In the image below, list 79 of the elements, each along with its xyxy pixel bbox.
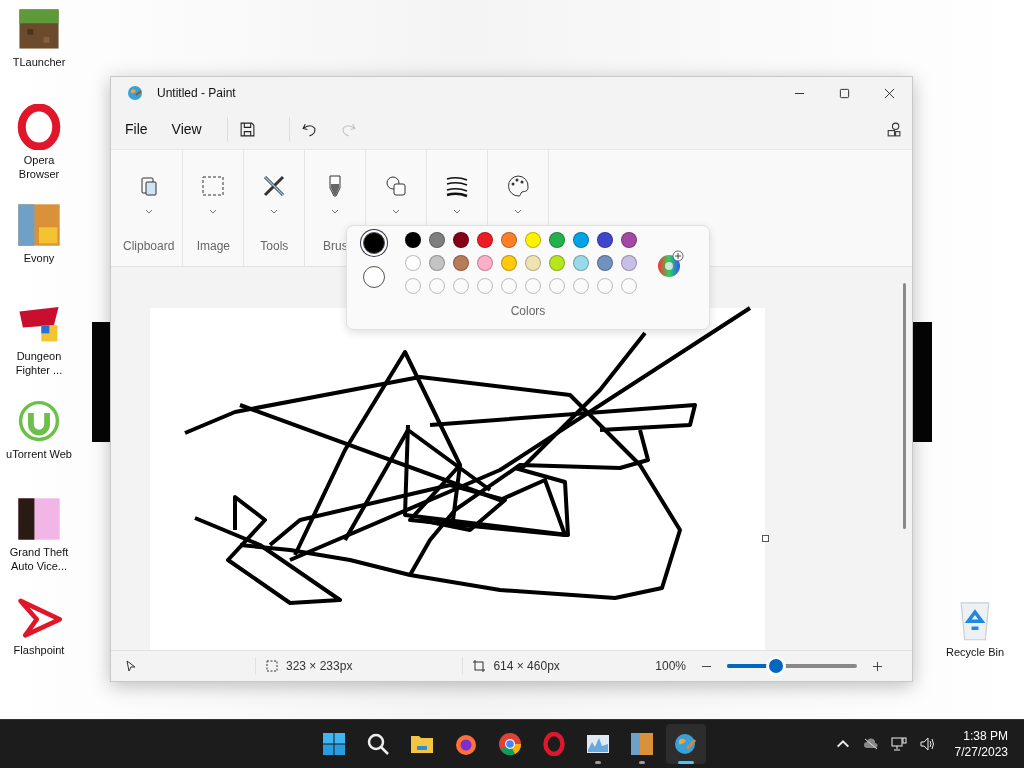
ring-icon[interactable] xyxy=(16,104,62,150)
current-color-swatch[interactable] xyxy=(363,232,385,254)
color-swatch[interactable] xyxy=(477,255,493,271)
popup-title: Colors xyxy=(510,304,546,318)
color-swatch[interactable] xyxy=(573,232,589,248)
color-swatch[interactable] xyxy=(597,255,613,271)
desktop-icon-label[interactable]: Flashpoint xyxy=(6,643,72,657)
desktop-icon-label[interactable]: Recycle Bin xyxy=(942,645,1008,659)
selection-icon[interactable] xyxy=(201,174,226,198)
zoom-slider[interactable] xyxy=(727,658,857,674)
paint-app-icon[interactable] xyxy=(674,732,698,756)
chevron-down-icon[interactable] xyxy=(331,209,340,214)
palette-icon[interactable] xyxy=(506,174,531,198)
color-swatch[interactable] xyxy=(621,255,637,271)
chart-window-icon[interactable] xyxy=(586,732,610,756)
network-icon[interactable] xyxy=(890,736,907,752)
color-swatch[interactable] xyxy=(525,255,541,271)
accounts-icon[interactable] xyxy=(885,120,902,138)
window-title: Untitled - Paint xyxy=(157,86,236,100)
close-icon[interactable] xyxy=(884,87,895,99)
group-label: Image xyxy=(196,239,231,253)
desktop-icon-label[interactable]: uTorrent Web xyxy=(6,447,72,461)
desktop-icon-label[interactable]: Dungeon Fighter ... xyxy=(6,349,72,377)
maximize-icon[interactable] xyxy=(839,87,850,99)
canvas-size-icon xyxy=(473,660,486,672)
search-icon[interactable] xyxy=(366,732,390,756)
color-swatch[interactable] xyxy=(501,232,517,248)
color-swatch[interactable] xyxy=(429,255,445,271)
menu-item[interactable]: View xyxy=(161,115,212,143)
color-swatch[interactable] xyxy=(405,232,421,248)
chevron-down-icon[interactable] xyxy=(209,209,218,214)
chevron-down-icon[interactable] xyxy=(514,209,523,214)
ring-icon[interactable] xyxy=(542,732,566,756)
save-icon[interactable] xyxy=(238,120,256,138)
color-swatch[interactable] xyxy=(477,232,493,248)
color-swatch[interactable] xyxy=(453,232,469,248)
pointer-icon xyxy=(125,660,137,672)
selection-size: 323 × 233px xyxy=(286,659,353,673)
poster-icon[interactable] xyxy=(16,496,62,542)
color-swatch[interactable] xyxy=(549,232,565,248)
color-swatch[interactable] xyxy=(549,255,565,271)
line-widths-icon[interactable] xyxy=(445,174,470,198)
desktop-icon-label[interactable]: Opera Browser xyxy=(6,153,72,181)
color-swatch[interactable] xyxy=(501,255,517,271)
clock-time[interactable]: 1:38 PM xyxy=(963,728,1008,744)
group-label: Tools xyxy=(260,239,289,253)
color-swatch[interactable] xyxy=(621,232,637,248)
palette-globe-icon xyxy=(127,85,143,101)
chevron-down-icon[interactable] xyxy=(270,209,279,214)
chevron-down-icon[interactable] xyxy=(453,209,462,214)
canvas-size: 614 × 460px xyxy=(493,659,560,673)
scrollbar[interactable] xyxy=(903,283,906,529)
speaker-icon[interactable] xyxy=(918,736,935,752)
color-swatch[interactable] xyxy=(405,255,421,271)
game-picture-icon[interactable] xyxy=(630,732,654,756)
pencil-crossed-icon[interactable] xyxy=(262,174,287,198)
menu-item[interactable]: File xyxy=(115,115,158,143)
desktop-icon-label[interactable]: Evony xyxy=(6,251,72,265)
cloud-off-icon[interactable] xyxy=(862,736,879,752)
resize-handle[interactable] xyxy=(762,535,769,542)
color-swatch[interactable] xyxy=(453,255,469,271)
color-swatch[interactable] xyxy=(429,232,445,248)
group-label: Clipboard xyxy=(123,239,175,253)
selection-size-icon xyxy=(266,660,278,672)
color-swatch[interactable] xyxy=(573,255,589,271)
slider-thumb[interactable] xyxy=(769,659,784,673)
color-wheel-icon[interactable] xyxy=(657,250,685,278)
color-swatch[interactable] xyxy=(597,232,613,248)
chevron-down-icon[interactable] xyxy=(144,209,153,214)
desktop-icon-label[interactable]: TLauncher xyxy=(6,55,72,69)
color-swatch[interactable] xyxy=(525,232,541,248)
zoom-in-icon[interactable] xyxy=(872,660,883,672)
grass-block-icon[interactable] xyxy=(16,6,62,52)
shapes-icon[interactable] xyxy=(384,174,409,198)
clock-date[interactable]: 7/27/2023 xyxy=(954,744,1008,760)
desktop-icon-label[interactable]: Grand Theft Auto Vice... xyxy=(6,545,72,573)
chevron-down-icon[interactable] xyxy=(392,209,401,214)
zoom-level: 100% xyxy=(655,659,686,673)
current-color-swatch[interactable] xyxy=(363,266,385,288)
